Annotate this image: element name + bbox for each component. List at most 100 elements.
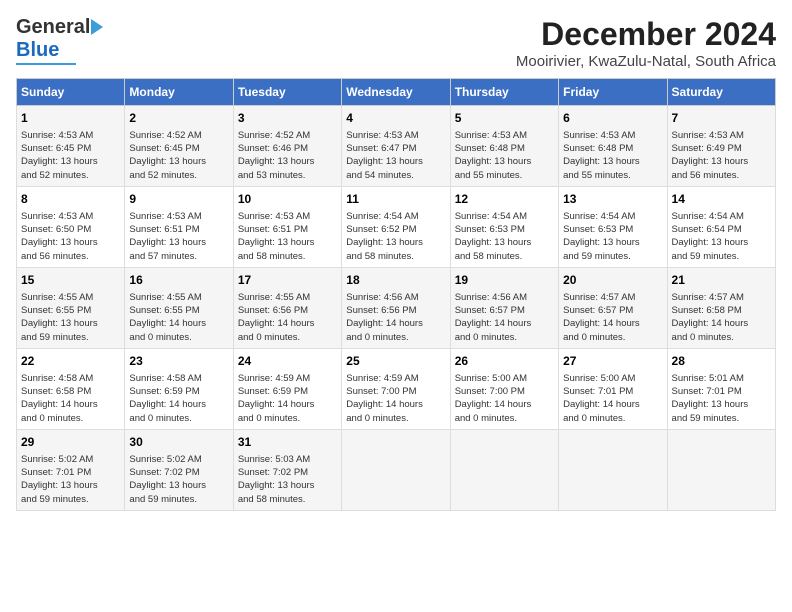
day-info: Sunrise: 4:54 AM Sunset: 6:54 PM Dayligh… bbox=[672, 210, 771, 263]
header-tuesday: Tuesday bbox=[233, 79, 341, 106]
day-number: 13 bbox=[563, 191, 662, 208]
day-number: 26 bbox=[455, 353, 554, 370]
day-info: Sunrise: 4:52 AM Sunset: 6:46 PM Dayligh… bbox=[238, 129, 337, 182]
calendar-cell: 26Sunrise: 5:00 AM Sunset: 7:00 PM Dayli… bbox=[450, 348, 558, 429]
day-info: Sunrise: 4:54 AM Sunset: 6:53 PM Dayligh… bbox=[455, 210, 554, 263]
calendar-cell: 31 Sunrise: 5:03 AM Sunset: 7:02 PM Dayli… bbox=[233, 429, 341, 510]
logo-blue-text: Blue bbox=[16, 39, 59, 62]
day-info: Sunrise: 4:53 AM Sunset: 6:47 PM Dayligh… bbox=[346, 129, 445, 182]
calendar-cell: 22Sunrise: 4:58 AM Sunset: 6:58 PM Dayli… bbox=[17, 348, 125, 429]
header-sunday: Sunday bbox=[17, 79, 125, 106]
day-number: 9 bbox=[129, 191, 228, 208]
calendar-cell bbox=[667, 429, 775, 510]
day-info: Sunrise: 4:54 AM Sunset: 6:53 PM Dayligh… bbox=[563, 210, 662, 263]
logo: General Blue bbox=[16, 16, 103, 65]
calendar-cell: 3 Sunrise: 4:52 AM Sunset: 6:46 PM Daylig… bbox=[233, 106, 341, 187]
page-header: General Blue December 2024 Mooirivier, K… bbox=[16, 16, 776, 70]
day-number: 14 bbox=[672, 191, 771, 208]
day-info: Sunrise: 4:53 AM Sunset: 6:45 PM Dayligh… bbox=[21, 129, 120, 182]
day-number: 25 bbox=[346, 353, 445, 370]
day-number: 3 bbox=[238, 110, 337, 127]
day-info: Sunrise: 4:59 AM Sunset: 6:59 PM Dayligh… bbox=[238, 372, 337, 425]
day-info: Sunrise: 4:52 AM Sunset: 6:45 PM Dayligh… bbox=[129, 129, 228, 182]
calendar-cell: 6 Sunrise: 4:53 AM Sunset: 6:48 PM Daylig… bbox=[559, 106, 667, 187]
day-info: Sunrise: 4:56 AM Sunset: 6:56 PM Dayligh… bbox=[346, 291, 445, 344]
day-number: 8 bbox=[21, 191, 120, 208]
calendar-cell: 29 Sunrise: 5:02 AM Sunset: 7:01 PM Dayli… bbox=[17, 429, 125, 510]
day-info: Sunrise: 4:54 AM Sunset: 6:52 PM Dayligh… bbox=[346, 210, 445, 263]
day-number: 5 bbox=[455, 110, 554, 127]
day-info: Sunrise: 4:55 AM Sunset: 6:55 PM Dayligh… bbox=[129, 291, 228, 344]
calendar-cell: 12 Sunrise: 4:54 AM Sunset: 6:53 PM Dayli… bbox=[450, 186, 558, 267]
day-info: Sunrise: 4:58 AM Sunset: 6:58 PM Dayligh… bbox=[21, 372, 120, 425]
day-info: Sunrise: 4:53 AM Sunset: 6:50 PM Dayligh… bbox=[21, 210, 120, 263]
week-row-3: 15Sunrise: 4:55 AM Sunset: 6:55 PM Dayli… bbox=[17, 267, 776, 348]
header-saturday: Saturday bbox=[667, 79, 775, 106]
day-info: Sunrise: 4:59 AM Sunset: 7:00 PM Dayligh… bbox=[346, 372, 445, 425]
header-monday: Monday bbox=[125, 79, 233, 106]
calendar-cell: 13 Sunrise: 4:54 AM Sunset: 6:53 PM Dayli… bbox=[559, 186, 667, 267]
calendar-table: SundayMondayTuesdayWednesdayThursdayFrid… bbox=[16, 78, 776, 511]
day-number: 19 bbox=[455, 272, 554, 289]
day-number: 29 bbox=[21, 434, 120, 451]
calendar-cell: 4Sunrise: 4:53 AM Sunset: 6:47 PM Daylig… bbox=[342, 106, 450, 187]
day-info: Sunrise: 4:55 AM Sunset: 6:55 PM Dayligh… bbox=[21, 291, 120, 344]
calendar-cell: 17 Sunrise: 4:55 AM Sunset: 6:56 PM Dayli… bbox=[233, 267, 341, 348]
week-row-5: 29 Sunrise: 5:02 AM Sunset: 7:01 PM Dayli… bbox=[17, 429, 776, 510]
day-info: Sunrise: 5:02 AM Sunset: 7:01 PM Dayligh… bbox=[21, 453, 120, 506]
day-info: Sunrise: 4:55 AM Sunset: 6:56 PM Dayligh… bbox=[238, 291, 337, 344]
header-wednesday: Wednesday bbox=[342, 79, 450, 106]
day-info: Sunrise: 5:02 AM Sunset: 7:02 PM Dayligh… bbox=[129, 453, 228, 506]
calendar-header-row: SundayMondayTuesdayWednesdayThursdayFrid… bbox=[17, 79, 776, 106]
week-row-4: 22Sunrise: 4:58 AM Sunset: 6:58 PM Dayli… bbox=[17, 348, 776, 429]
calendar-cell: 14 Sunrise: 4:54 AM Sunset: 6:54 PM Dayli… bbox=[667, 186, 775, 267]
day-number: 18 bbox=[346, 272, 445, 289]
day-number: 12 bbox=[455, 191, 554, 208]
day-info: Sunrise: 4:53 AM Sunset: 6:49 PM Dayligh… bbox=[672, 129, 771, 182]
calendar-cell: 20 Sunrise: 4:57 AM Sunset: 6:57 PM Dayli… bbox=[559, 267, 667, 348]
day-info: Sunrise: 4:53 AM Sunset: 6:51 PM Dayligh… bbox=[238, 210, 337, 263]
calendar-cell: 21Sunrise: 4:57 AM Sunset: 6:58 PM Dayli… bbox=[667, 267, 775, 348]
day-number: 17 bbox=[238, 272, 337, 289]
day-number: 31 bbox=[238, 434, 337, 451]
week-row-1: 1Sunrise: 4:53 AM Sunset: 6:45 PM Daylig… bbox=[17, 106, 776, 187]
logo-chevron-icon bbox=[91, 19, 103, 35]
day-number: 16 bbox=[129, 272, 228, 289]
calendar-cell: 5 Sunrise: 4:53 AM Sunset: 6:48 PM Daylig… bbox=[450, 106, 558, 187]
calendar-cell bbox=[342, 429, 450, 510]
day-number: 20 bbox=[563, 272, 662, 289]
calendar-cell: 10Sunrise: 4:53 AM Sunset: 6:51 PM Dayli… bbox=[233, 186, 341, 267]
week-row-2: 8 Sunrise: 4:53 AM Sunset: 6:50 PM Daylig… bbox=[17, 186, 776, 267]
day-info: Sunrise: 5:03 AM Sunset: 7:02 PM Dayligh… bbox=[238, 453, 337, 506]
day-number: 11 bbox=[346, 191, 445, 208]
day-info: Sunrise: 4:57 AM Sunset: 6:57 PM Dayligh… bbox=[563, 291, 662, 344]
calendar-cell: 11 Sunrise: 4:54 AM Sunset: 6:52 PM Dayli… bbox=[342, 186, 450, 267]
day-info: Sunrise: 5:00 AM Sunset: 7:01 PM Dayligh… bbox=[563, 372, 662, 425]
day-number: 28 bbox=[672, 353, 771, 370]
day-info: Sunrise: 4:58 AM Sunset: 6:59 PM Dayligh… bbox=[129, 372, 228, 425]
day-number: 2 bbox=[129, 110, 228, 127]
subtitle: Mooirivier, KwaZulu-Natal, South Africa bbox=[516, 53, 776, 70]
calendar-cell: 16 Sunrise: 4:55 AM Sunset: 6:55 PM Dayli… bbox=[125, 267, 233, 348]
day-info: Sunrise: 4:56 AM Sunset: 6:57 PM Dayligh… bbox=[455, 291, 554, 344]
calendar-cell: 1Sunrise: 4:53 AM Sunset: 6:45 PM Daylig… bbox=[17, 106, 125, 187]
calendar-cell: 25 Sunrise: 4:59 AM Sunset: 7:00 PM Dayli… bbox=[342, 348, 450, 429]
day-info: Sunrise: 4:57 AM Sunset: 6:58 PM Dayligh… bbox=[672, 291, 771, 344]
calendar-cell: 2 Sunrise: 4:52 AM Sunset: 6:45 PM Daylig… bbox=[125, 106, 233, 187]
calendar-cell: 30 Sunrise: 5:02 AM Sunset: 7:02 PM Dayli… bbox=[125, 429, 233, 510]
main-title: December 2024 bbox=[516, 16, 776, 53]
calendar-cell bbox=[450, 429, 558, 510]
day-info: Sunrise: 4:53 AM Sunset: 6:48 PM Dayligh… bbox=[455, 129, 554, 182]
calendar-cell: 27Sunrise: 5:00 AM Sunset: 7:01 PM Dayli… bbox=[559, 348, 667, 429]
day-number: 23 bbox=[129, 353, 228, 370]
header-thursday: Thursday bbox=[450, 79, 558, 106]
calendar-cell: 18 Sunrise: 4:56 AM Sunset: 6:56 PM Dayli… bbox=[342, 267, 450, 348]
calendar-cell bbox=[559, 429, 667, 510]
day-info: Sunrise: 4:53 AM Sunset: 6:48 PM Dayligh… bbox=[563, 129, 662, 182]
calendar-cell: 9Sunrise: 4:53 AM Sunset: 6:51 PM Daylig… bbox=[125, 186, 233, 267]
day-number: 24 bbox=[238, 353, 337, 370]
calendar-cell: 28Sunrise: 5:01 AM Sunset: 7:01 PM Dayli… bbox=[667, 348, 775, 429]
day-number: 6 bbox=[563, 110, 662, 127]
day-number: 30 bbox=[129, 434, 228, 451]
logo-underline bbox=[16, 63, 76, 65]
